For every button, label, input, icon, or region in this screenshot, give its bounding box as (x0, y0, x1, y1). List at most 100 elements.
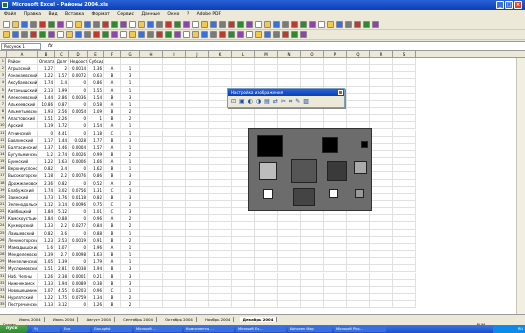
table-cell[interactable] (324, 58, 347, 66)
table-cell[interactable]: Новошешминский (7, 286, 38, 294)
table-cell[interactable] (393, 179, 416, 187)
table-cell[interactable] (140, 58, 163, 66)
table-cell[interactable] (209, 65, 232, 73)
table-cell[interactable]: Оплата (38, 58, 55, 66)
table-cell[interactable] (393, 243, 416, 252)
table-cell[interactable]: 1.44 (55, 136, 69, 144)
table-cell[interactable]: 1.94 (55, 279, 69, 287)
table-cell[interactable]: 2 (121, 108, 140, 116)
sheet-tab-active[interactable]: Декабрь 2004 (239, 317, 278, 322)
toolbar-icon[interactable] (327, 21, 334, 28)
table-cell[interactable] (163, 108, 186, 116)
table-cell[interactable] (324, 108, 347, 116)
row-header[interactable]: 31 (0, 272, 6, 280)
toolbar-icon[interactable] (21, 21, 28, 28)
table-cell[interactable] (186, 93, 209, 101)
toolbar-icon[interactable] (3, 31, 10, 38)
table-cell[interactable] (278, 272, 301, 280)
row-header[interactable]: 20 (0, 193, 6, 201)
table-cell[interactable] (186, 186, 209, 194)
table-cell[interactable] (209, 222, 232, 230)
table-cell[interactable] (393, 236, 416, 244)
table-cell[interactable] (140, 222, 163, 230)
table-cell[interactable] (163, 236, 186, 244)
table-cell[interactable] (278, 79, 301, 87)
table-cell[interactable]: 1.84 (38, 208, 55, 216)
table-cell[interactable] (370, 93, 393, 101)
toolbar-icon[interactable] (129, 21, 136, 28)
table-cell[interactable] (140, 158, 163, 166)
table-cell[interactable] (370, 208, 393, 216)
toolbar-icon[interactable] (291, 21, 298, 28)
table-cell[interactable] (163, 122, 186, 130)
row-header[interactable]: 25 (0, 229, 6, 237)
table-cell[interactable]: 0 (69, 100, 88, 109)
row-header[interactable]: 3 (0, 72, 6, 80)
column-header[interactable]: E (88, 51, 104, 58)
table-cell[interactable] (347, 108, 370, 116)
toolbar-icon[interactable] (183, 31, 190, 38)
table-cell[interactable]: 1.94 (88, 265, 104, 273)
table-cell[interactable]: 0.82 (38, 165, 55, 173)
table-cell[interactable] (393, 172, 416, 180)
row-header[interactable]: 33 (0, 286, 6, 294)
table-cell[interactable]: 1.31 (88, 186, 104, 194)
toolbar-icon[interactable] (12, 31, 19, 38)
table-cell[interactable] (140, 108, 163, 116)
table-cell[interactable] (140, 286, 163, 294)
table-cell[interactable] (301, 108, 324, 116)
picture-tools-icons[interactable]: ⊡▣◐◑▤⇄✂⌗✎▨ (231, 98, 312, 106)
table-cell[interactable] (370, 179, 393, 187)
table-cell[interactable] (393, 293, 416, 302)
vertical-scrollbar[interactable] (516, 58, 525, 314)
table-cell[interactable]: В (104, 150, 121, 159)
table-cell[interactable] (393, 136, 416, 144)
table-cell[interactable]: 1 (121, 258, 140, 266)
toolbar-icon[interactable] (39, 21, 46, 28)
table-cell[interactable]: 2.36 (38, 179, 55, 187)
sheet-tab[interactable]: Июнь 2004 (16, 317, 45, 322)
table-cell[interactable] (163, 186, 186, 194)
table-cell[interactable]: 3 (121, 72, 140, 80)
table-cell[interactable]: Высокогорский (7, 172, 38, 180)
table-cell[interactable] (393, 72, 416, 80)
toolbar-icon[interactable] (264, 31, 271, 38)
row-header[interactable]: 27 (0, 243, 6, 252)
table-cell[interactable] (209, 58, 232, 66)
table-cell[interactable]: Азнакаевский (7, 72, 38, 80)
table-cell[interactable] (232, 258, 255, 266)
table-cell[interactable] (163, 265, 186, 273)
table-cell[interactable] (278, 65, 301, 73)
column-header[interactable]: C (55, 51, 69, 58)
table-cell[interactable] (393, 129, 416, 137)
toolbar-icon[interactable] (156, 31, 163, 38)
toolbar-icon[interactable] (174, 21, 181, 28)
row-header[interactable]: 22 (0, 208, 6, 216)
toolbar-icon[interactable] (264, 21, 271, 28)
table-cell[interactable] (324, 258, 347, 266)
table-cell[interactable] (209, 193, 232, 201)
table-cell[interactable] (163, 158, 186, 166)
table-cell[interactable]: 2.13 (38, 86, 55, 94)
table-cell[interactable]: Буинский (7, 158, 38, 166)
kohonen-map-picture[interactable] (248, 128, 372, 211)
table-cell[interactable]: 1.13 (38, 301, 55, 309)
table-cell[interactable] (163, 150, 186, 159)
table-cell[interactable]: 1.09 (88, 108, 104, 116)
table-cell[interactable] (301, 222, 324, 230)
table-cell[interactable] (324, 272, 347, 280)
table-cell[interactable] (140, 172, 163, 180)
taskbar-item[interactable]: Microsoft Ex... (236, 326, 286, 332)
table-cell[interactable] (324, 293, 347, 302)
table-cell[interactable]: 0.82 (88, 193, 104, 201)
table-cell[interactable] (347, 272, 370, 280)
table-cell[interactable]: В (104, 251, 121, 259)
table-cell[interactable] (393, 286, 416, 294)
table-cell[interactable] (393, 143, 416, 151)
table-cell[interactable] (255, 215, 278, 223)
table-cell[interactable] (278, 251, 301, 259)
table-cell[interactable] (347, 251, 370, 259)
table-cell[interactable] (301, 301, 324, 309)
minimize-button[interactable]: _ (496, 1, 504, 9)
table-cell[interactable] (140, 229, 163, 237)
